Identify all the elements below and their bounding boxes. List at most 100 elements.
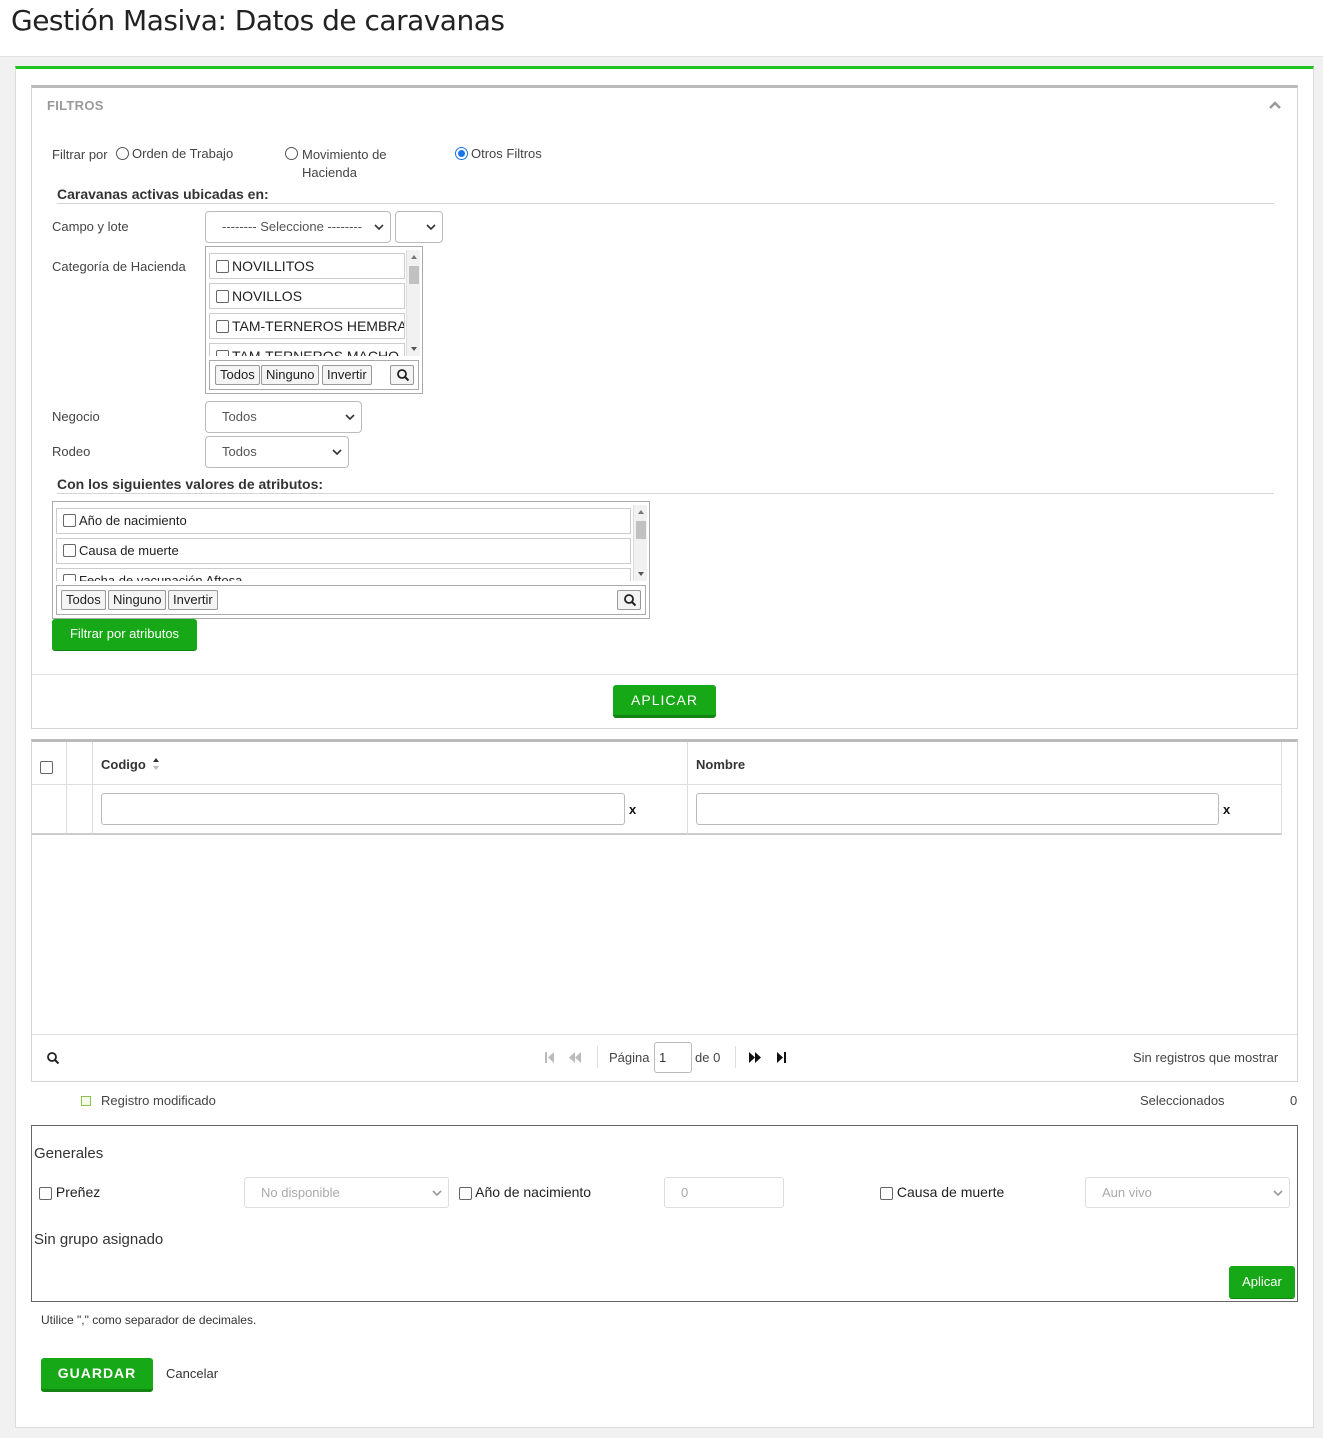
campo-select-value: -------- Seleccione -------- [222, 219, 363, 234]
search-icon[interactable] [617, 590, 641, 610]
column-header-codigo[interactable]: Codigo [101, 757, 161, 772]
chevron-down-icon [332, 449, 342, 456]
page-title: Gestión Masiva: Datos de caravanas [11, 4, 505, 37]
checkbox[interactable] [63, 544, 76, 558]
radio-movimiento-hacienda[interactable] [285, 147, 298, 163]
field-label: Causa de muerte [896, 1184, 1005, 1200]
results-grid [31, 739, 1298, 1082]
causa-muerte-field[interactable]: Causa de muerte [880, 1184, 1004, 1200]
attributes-list: Año de nacimiento Causa de muerte Fecha … [56, 505, 631, 581]
checkbox[interactable] [63, 514, 76, 528]
previous-page-icon[interactable] [568, 1051, 582, 1067]
list-item-label: TAM-TERNEROS MACHO [232, 348, 399, 356]
checkbox[interactable] [880, 1186, 893, 1200]
campo-select[interactable]: -------- Seleccione -------- [205, 211, 391, 243]
grid-filter-divider [32, 833, 1282, 835]
pager-separator [597, 1046, 598, 1068]
codigo-filter-input[interactable] [101, 793, 625, 825]
checkbox[interactable] [216, 289, 229, 303]
scrollbar-thumb[interactable] [636, 521, 646, 539]
select-all-rows-checkbox[interactable] [40, 759, 53, 775]
last-page-icon[interactable] [775, 1051, 787, 1067]
empty-records-text: Sin registros que mostrar [1133, 1050, 1279, 1065]
rodeo-select[interactable]: Todos [205, 436, 349, 468]
checkbox[interactable] [216, 259, 229, 273]
modified-record-label: Registro modificado [101, 1093, 216, 1108]
categoria-list: NOVILLITOS NOVILLOS TAM-TERNEROS HEMBRA … [209, 250, 405, 356]
negocio-select-value: Todos [222, 409, 257, 424]
cancel-link[interactable]: Cancelar [166, 1366, 218, 1381]
list-item[interactable]: Causa de muerte [56, 538, 631, 564]
list-item-label: Año de nacimiento [79, 513, 187, 528]
checkbox[interactable] [63, 574, 76, 581]
page-label: Página [609, 1050, 650, 1065]
select-none-button[interactable]: Ninguno [108, 590, 167, 610]
selected-label: Seleccionados [1140, 1093, 1225, 1108]
invert-selection-button[interactable]: Invertir [322, 365, 372, 385]
search-icon[interactable] [46, 1051, 60, 1068]
lote-select[interactable] [395, 211, 443, 243]
list-item[interactable]: NOVILLOS [209, 283, 405, 309]
list-item[interactable]: Fecha de vacunación Aftosa [56, 568, 631, 581]
next-page-icon[interactable] [748, 1051, 762, 1067]
list-item[interactable]: TAM-TERNEROS HEMBRA [209, 313, 405, 339]
chevron-down-icon [426, 224, 436, 231]
invert-selection-button[interactable]: Invertir [168, 590, 218, 610]
checkbox[interactable] [216, 349, 229, 356]
list-item-label: NOVILLOS [232, 288, 303, 304]
rodeo-select-value: Todos [222, 444, 257, 459]
prenez-field[interactable]: Preñez [39, 1184, 100, 1200]
causa-muerte-select[interactable]: Aun vivo [1085, 1177, 1290, 1208]
column-divider [92, 742, 93, 834]
chevron-up-icon[interactable] [1267, 97, 1283, 113]
radio-otros-filtros-label: Otros Filtros [471, 146, 542, 161]
generales-apply-button[interactable]: Aplicar [1229, 1266, 1295, 1299]
pager-divider [32, 1034, 1297, 1035]
scrollbar[interactable] [406, 250, 420, 356]
scrollbar-thumb[interactable] [409, 266, 419, 284]
pager-separator [735, 1046, 736, 1068]
save-button[interactable]: GUARDAR [41, 1358, 153, 1392]
sort-icon [153, 758, 160, 770]
radio-orden-trabajo[interactable] [116, 147, 129, 163]
checkbox[interactable] [39, 1186, 52, 1200]
list-item[interactable]: NOVILLITOS [209, 253, 405, 279]
select-all-button[interactable]: Todos [215, 365, 260, 385]
column-header-nombre[interactable]: Nombre [696, 757, 745, 772]
radio-orden-trabajo-label: Orden de Trabajo [132, 146, 234, 161]
chevron-down-icon [345, 414, 355, 421]
apply-filters-button[interactable]: APLICAR [613, 685, 716, 718]
column-header-label: Codigo [101, 757, 146, 772]
negocio-select[interactable]: Todos [205, 401, 362, 433]
grid-header-divider [32, 784, 1282, 785]
prenez-select[interactable]: No disponible [244, 1177, 449, 1208]
search-icon[interactable] [390, 365, 414, 385]
page-number-input[interactable]: 1 [654, 1042, 692, 1073]
rodeo-label: Rodeo [52, 444, 91, 459]
list-item-label: Fecha de vacunación Aftosa [79, 573, 243, 581]
modified-record-swatch [81, 1096, 91, 1106]
filter-attributes-button[interactable]: Filtrar por atributos [52, 619, 197, 651]
nombre-filter-input[interactable] [696, 793, 1219, 825]
first-page-icon[interactable] [544, 1051, 556, 1067]
filters-title: FILTROS [47, 98, 104, 113]
chevron-down-icon [1273, 1190, 1283, 1197]
chevron-down-icon [432, 1190, 442, 1197]
ano-nacimiento-input[interactable]: 0 [664, 1177, 784, 1208]
scrollbar[interactable] [633, 505, 647, 581]
scroll-down-icon [411, 347, 417, 351]
checkbox[interactable] [459, 1186, 472, 1200]
list-item[interactable]: Año de nacimiento [56, 508, 631, 534]
select-none-button[interactable]: Ninguno [261, 365, 320, 385]
radio-otros-filtros[interactable] [455, 147, 468, 163]
prenez-select-value: No disponible [261, 1185, 340, 1200]
campo-label: Campo y lote [52, 219, 129, 234]
ano-nacimiento-field[interactable]: Año de nacimiento [459, 1184, 591, 1200]
attributes-section-heading: Con los siguientes valores de atributos: [57, 476, 324, 492]
list-item[interactable]: TAM-TERNEROS MACHO [209, 343, 405, 356]
checkbox[interactable] [216, 319, 229, 333]
column-divider [687, 742, 688, 834]
select-all-button[interactable]: Todos [61, 590, 106, 610]
clear-codigo-filter[interactable]: x [629, 802, 636, 817]
clear-nombre-filter[interactable]: x [1223, 802, 1230, 817]
